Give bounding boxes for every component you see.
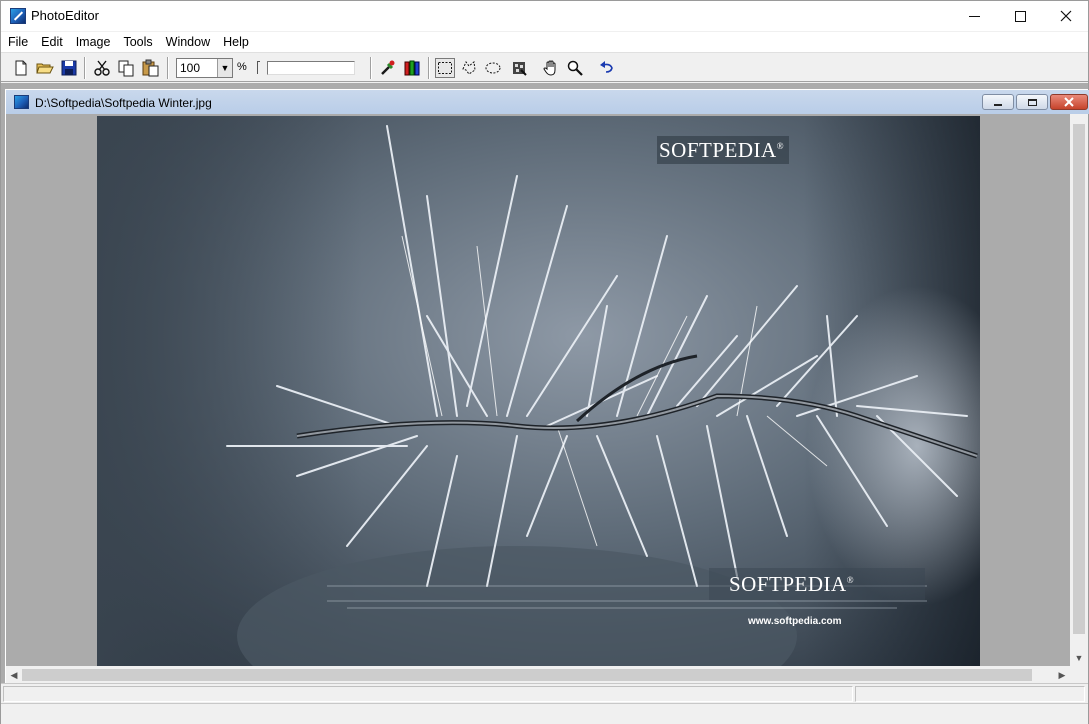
paste-icon: [142, 59, 159, 77]
title-bar[interactable]: PhotoEditor: [1, 1, 1088, 31]
window-title: PhotoEditor: [31, 8, 99, 23]
menu-help[interactable]: Help: [216, 32, 255, 52]
status-bar-secondary: [1, 703, 1088, 724]
copy-icon: [118, 60, 134, 77]
color-picker-icon: [381, 60, 395, 75]
status-bar: [1, 683, 1088, 703]
open-folder-icon: [36, 63, 54, 74]
scroll-left-icon[interactable]: ◀: [6, 666, 22, 684]
horizontal-scroll-thumb[interactable]: [22, 669, 1032, 681]
lasso-select-icon: [462, 61, 476, 75]
zoom-value: 100: [180, 61, 201, 75]
undo-icon: [600, 61, 613, 73]
zoom-combobox[interactable]: 100 ▼: [176, 58, 233, 78]
registered-mark: ®: [846, 575, 855, 585]
zoom-unit-label: %: [237, 61, 247, 73]
new-icon: [15, 60, 27, 76]
minimize-button[interactable]: [951, 1, 997, 31]
magic-wand-button[interactable]: [509, 58, 529, 78]
close-button[interactable]: [1043, 1, 1089, 31]
ellipse-select-icon: [485, 62, 501, 74]
hand-pan-icon: [543, 60, 556, 76]
menu-bar: File Edit Image Tools Window Help: [1, 32, 1088, 52]
document-close-button[interactable]: [1050, 94, 1088, 110]
slider-tick-icon: [257, 61, 260, 74]
scroll-down-icon[interactable]: ▼: [1070, 650, 1088, 666]
menu-window[interactable]: Window: [159, 32, 216, 52]
watermark-bottom-label: SOFTPEDIA: [729, 572, 847, 596]
toolbar-separator: [370, 57, 372, 79]
toolbar-separator: [167, 57, 169, 79]
paste-button[interactable]: [140, 58, 160, 78]
toolbar-separator: [84, 57, 86, 79]
mdi-workspace: D:\Softpedia\Softpedia Winter.jpg SOFTPE…: [1, 83, 1089, 684]
undo-button[interactable]: [597, 58, 617, 78]
document-restore-button[interactable]: [1016, 94, 1048, 110]
copy-button[interactable]: [116, 58, 136, 78]
cut-icon: [94, 60, 110, 76]
toolbar: 100 ▼ %: [1, 52, 1088, 82]
hand-pan-button[interactable]: [541, 58, 561, 78]
zoom-slider[interactable]: [267, 61, 355, 75]
app-icon: [10, 8, 26, 24]
menu-edit[interactable]: Edit: [34, 32, 69, 52]
zoom-button[interactable]: [565, 58, 585, 78]
watermark-url: www.softpedia.com: [748, 616, 842, 627]
cut-button[interactable]: [92, 58, 112, 78]
minimize-icon: [968, 15, 980, 17]
save-button[interactable]: [59, 58, 79, 78]
rect-select-icon: [438, 62, 452, 74]
document-title-bar[interactable]: D:\Softpedia\Softpedia Winter.jpg: [6, 90, 1089, 114]
rect-select-button[interactable]: [435, 58, 455, 78]
status-pane-main: [3, 686, 853, 702]
registered-mark: ®: [776, 141, 785, 151]
vertical-scrollbar[interactable]: ▼: [1070, 114, 1088, 666]
watermark-top-text: SOFTPEDIA®: [659, 138, 784, 163]
document-minimize-button[interactable]: [982, 94, 1014, 110]
ellipse-select-button[interactable]: [483, 58, 503, 78]
new-button[interactable]: [11, 58, 31, 78]
vertical-scroll-thumb[interactable]: [1073, 124, 1085, 634]
color-picker-button[interactable]: [378, 58, 398, 78]
status-pane-info: [855, 686, 1085, 702]
lasso-select-button[interactable]: [459, 58, 479, 78]
chevron-down-icon[interactable]: ▼: [217, 59, 232, 77]
image-canvas-area[interactable]: SOFTPEDIA® SOFTPEDIA® www.softpedia.com: [6, 114, 1070, 666]
document-window: D:\Softpedia\Softpedia Winter.jpg SOFTPE…: [5, 89, 1089, 684]
close-icon: [1064, 97, 1074, 107]
restore-icon: [1027, 98, 1037, 106]
menu-file[interactable]: File: [1, 32, 34, 52]
maximize-button[interactable]: [997, 1, 1043, 31]
watermark-bottom-text: SOFTPEDIA®: [729, 572, 854, 597]
menu-image[interactable]: Image: [69, 32, 117, 52]
toolbar-separator: [428, 57, 430, 79]
photoeditor-window: PhotoEditor File Edit Image Tools Window…: [0, 0, 1089, 724]
watermark-top-label: SOFTPEDIA: [659, 138, 777, 162]
horizontal-scrollbar[interactable]: ◀ ▶: [6, 666, 1070, 684]
close-icon: [1060, 10, 1072, 22]
magic-wand-icon: [513, 62, 527, 76]
save-icon: [61, 60, 77, 76]
zoom-icon: [567, 60, 583, 76]
photo-image[interactable]: SOFTPEDIA® SOFTPEDIA® www.softpedia.com: [97, 116, 980, 666]
maximize-icon: [1014, 10, 1026, 22]
color-channels-button[interactable]: [402, 58, 422, 78]
color-channels-icon: [404, 60, 420, 76]
document-icon: [14, 95, 29, 109]
menu-tools[interactable]: Tools: [116, 32, 158, 52]
document-title: D:\Softpedia\Softpedia Winter.jpg: [35, 96, 212, 110]
open-button[interactable]: [35, 58, 55, 78]
minimize-icon: [994, 103, 1002, 106]
scroll-right-icon[interactable]: ▶: [1054, 666, 1070, 684]
